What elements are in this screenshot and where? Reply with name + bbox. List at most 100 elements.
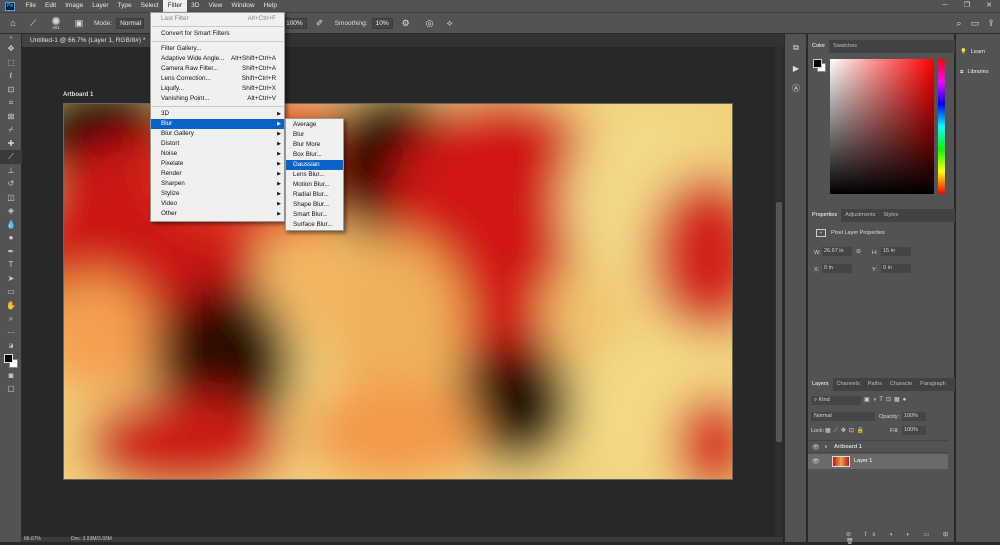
brush-settings-icon[interactable]: ▣ (72, 16, 86, 30)
brush-tool-preset-icon[interactable]: ⟋ (26, 16, 40, 30)
history-panel-icon[interactable]: ⧉ (785, 38, 807, 58)
zoom-tool-icon[interactable]: ⌕ (0, 312, 22, 326)
lock-icons[interactable]: ▦⟋✥⊡🔒 (825, 427, 867, 435)
menu-item-radial-blur[interactable]: Radial Blur... (286, 190, 343, 200)
workspace-icon[interactable]: ▭ (968, 16, 982, 30)
tab-paths[interactable]: Paths (864, 378, 886, 391)
eyedropper-tool-icon[interactable]: ⌿ (0, 123, 22, 137)
tab-swatches[interactable]: Swatches (829, 40, 861, 53)
marquee-tool-icon[interactable]: ⬚ (0, 56, 22, 70)
smoothing-input[interactable]: 10% (371, 17, 393, 29)
layer-filter-kind[interactable]: ⌕ Kind (811, 396, 861, 405)
tab-adjustments[interactable]: Adjustments (841, 209, 879, 222)
restore-icon[interactable]: ❐ (956, 0, 978, 12)
menu-item-convert-smart-filters[interactable]: Convert for Smart Filters (151, 29, 284, 39)
menu-item-3d[interactable]: 3D ▶ (151, 109, 284, 119)
glyphs-panel-icon[interactable]: Ⓐ (785, 78, 807, 98)
search-icon[interactable]: ⌕ (952, 16, 966, 30)
hand-tool-icon[interactable]: ✋ (0, 299, 22, 313)
tab-paragraph[interactable]: Paragraph (916, 378, 950, 391)
menu-item-camera-raw[interactable]: Camera Raw Filter... Shift+Ctrl+A (151, 64, 284, 74)
learn-button[interactable]: 💡 Learn (956, 42, 1000, 62)
rectangle-tool-icon[interactable]: ▭ (0, 285, 22, 299)
healing-brush-tool-icon[interactable]: ✚ (0, 137, 22, 151)
eraser-tool-icon[interactable]: ◫ (0, 191, 22, 205)
default-colors-icon[interactable]: ◪ (0, 339, 22, 353)
minimize-icon[interactable]: ─ (934, 0, 956, 12)
layer-row-layer1[interactable]: 👁 Layer 1 (808, 454, 948, 469)
menu-help[interactable]: Help (259, 0, 281, 12)
tab-properties[interactable]: Properties (808, 209, 842, 222)
tab-color[interactable]: Color (808, 40, 830, 53)
mode-select[interactable]: Normal (116, 17, 145, 29)
menu-item-liquify[interactable]: Liquify... Shift+Ctrl+X (151, 84, 284, 94)
menu-item-sharpen[interactable]: Sharpen ▶ (151, 179, 284, 189)
home-icon[interactable]: ⌂ (6, 16, 20, 30)
document-tab[interactable]: Untitled-1 @ 66.7% (Layer 1, RGB/8#) * ✕ (22, 34, 167, 47)
color-panel-fg-swatch[interactable] (813, 59, 822, 68)
flow-value[interactable]: 100% (282, 17, 307, 29)
zoom-level[interactable]: 66.67% (24, 537, 41, 542)
crop-tool-icon[interactable]: ⌗ (0, 96, 22, 110)
quick-mask-icon[interactable]: ◙ (0, 369, 22, 383)
screen-mode-icon[interactable]: ▢ (0, 382, 22, 396)
symmetry-icon[interactable]: ⟡ (443, 16, 457, 30)
menu-filter[interactable]: Filter (163, 0, 187, 12)
menu-file[interactable]: File (21, 0, 40, 12)
share-icon[interactable]: ⇪ (984, 16, 998, 30)
menu-3d[interactable]: 3D (187, 0, 204, 12)
lasso-tool-icon[interactable]: ℓ (0, 69, 22, 83)
menu-select[interactable]: Select (136, 0, 163, 12)
vertical-scrollbar[interactable] (775, 47, 783, 537)
path-selection-tool-icon[interactable]: ➤ (0, 272, 22, 286)
menu-type[interactable]: Type (113, 0, 136, 12)
menu-item-other[interactable]: Other ▶ (151, 209, 284, 219)
menu-item-motion-blur[interactable]: Motion Blur... (286, 180, 343, 190)
pressure-opacity-icon[interactable]: ◎ (423, 16, 437, 30)
airbrush-icon[interactable]: ✐ (313, 16, 327, 30)
menu-item-surface-blur[interactable]: Surface Blur... (286, 220, 343, 230)
tab-styles[interactable]: Styles (879, 209, 902, 222)
visibility-eye-icon[interactable]: 👁 (812, 458, 820, 465)
clone-stamp-tool-icon[interactable]: ⊥ (0, 164, 22, 178)
menu-item-blur[interactable]: Blur ▶ (151, 119, 284, 129)
link-dimensions-icon[interactable]: ⊖ (856, 248, 861, 255)
layers-footer-icons[interactable]: ⊘ fx ◑ ◐ ▭ ⊞ 🗑 (846, 531, 954, 545)
paint-bucket-tool-icon[interactable]: ◈ (0, 204, 22, 218)
menu-item-vanishing-point[interactable]: Vanishing Point... Alt+Ctrl+V (151, 94, 284, 104)
frame-tool-icon[interactable]: ⊠ (0, 110, 22, 124)
menu-item-last-filter[interactable]: Last Filter Alt+Ctrl+F (151, 14, 284, 24)
move-tool-icon[interactable]: ✥ (0, 42, 22, 56)
menu-item-filter-gallery[interactable]: Filter Gallery... (151, 44, 284, 54)
menu-edit[interactable]: Edit (40, 0, 60, 12)
menu-item-gaussian-blur[interactable]: Gaussian Blur... (286, 160, 343, 178)
menu-window[interactable]: Window (227, 0, 259, 12)
menu-item-pixelate[interactable]: Pixelate ▶ (151, 159, 284, 169)
menu-item-blur-simple[interactable]: Blur (286, 130, 343, 140)
y-input[interactable]: 0 in (881, 264, 911, 273)
color-swatch-pair[interactable] (0, 353, 22, 369)
menu-item-stylize[interactable]: Stylize ▶ (151, 189, 284, 199)
artboard-label[interactable]: Artboard 1 (63, 92, 93, 98)
scrollbar-thumb[interactable] (776, 202, 782, 442)
blur-tool-icon[interactable]: 💧 (0, 218, 22, 232)
visibility-eye-icon[interactable]: 👁 (812, 444, 820, 451)
foreground-swatch[interactable] (4, 353, 13, 363)
dodge-tool-icon[interactable]: ● (0, 231, 22, 245)
menu-item-lens-correction[interactable]: Lens Correction... Shift+Ctrl+R (151, 74, 284, 84)
menu-item-box-blur[interactable]: Box Blur... (286, 150, 343, 160)
actions-play-icon[interactable]: ▶ (785, 58, 807, 78)
menu-item-distort[interactable]: Distort ▶ (151, 139, 284, 149)
opacity-input[interactable]: 100% (902, 412, 926, 421)
smoothing-gear-icon[interactable]: ⚙ (399, 16, 413, 30)
menu-item-smart-blur[interactable]: Smart Blur... (286, 210, 343, 220)
menu-item-noise[interactable]: Noise ▶ (151, 149, 284, 159)
more-tools-icon[interactable]: ··· (0, 326, 22, 340)
height-input[interactable]: 15 in (881, 247, 911, 256)
menu-view[interactable]: View (204, 0, 227, 12)
menu-image[interactable]: Image (61, 0, 88, 12)
menu-item-blur-more[interactable]: Blur More (286, 140, 343, 150)
menu-item-shape-blur[interactable]: Shape Blur... (286, 200, 343, 210)
color-picker-field[interactable] (830, 59, 934, 194)
object-select-tool-icon[interactable]: ⊡ (0, 83, 22, 97)
